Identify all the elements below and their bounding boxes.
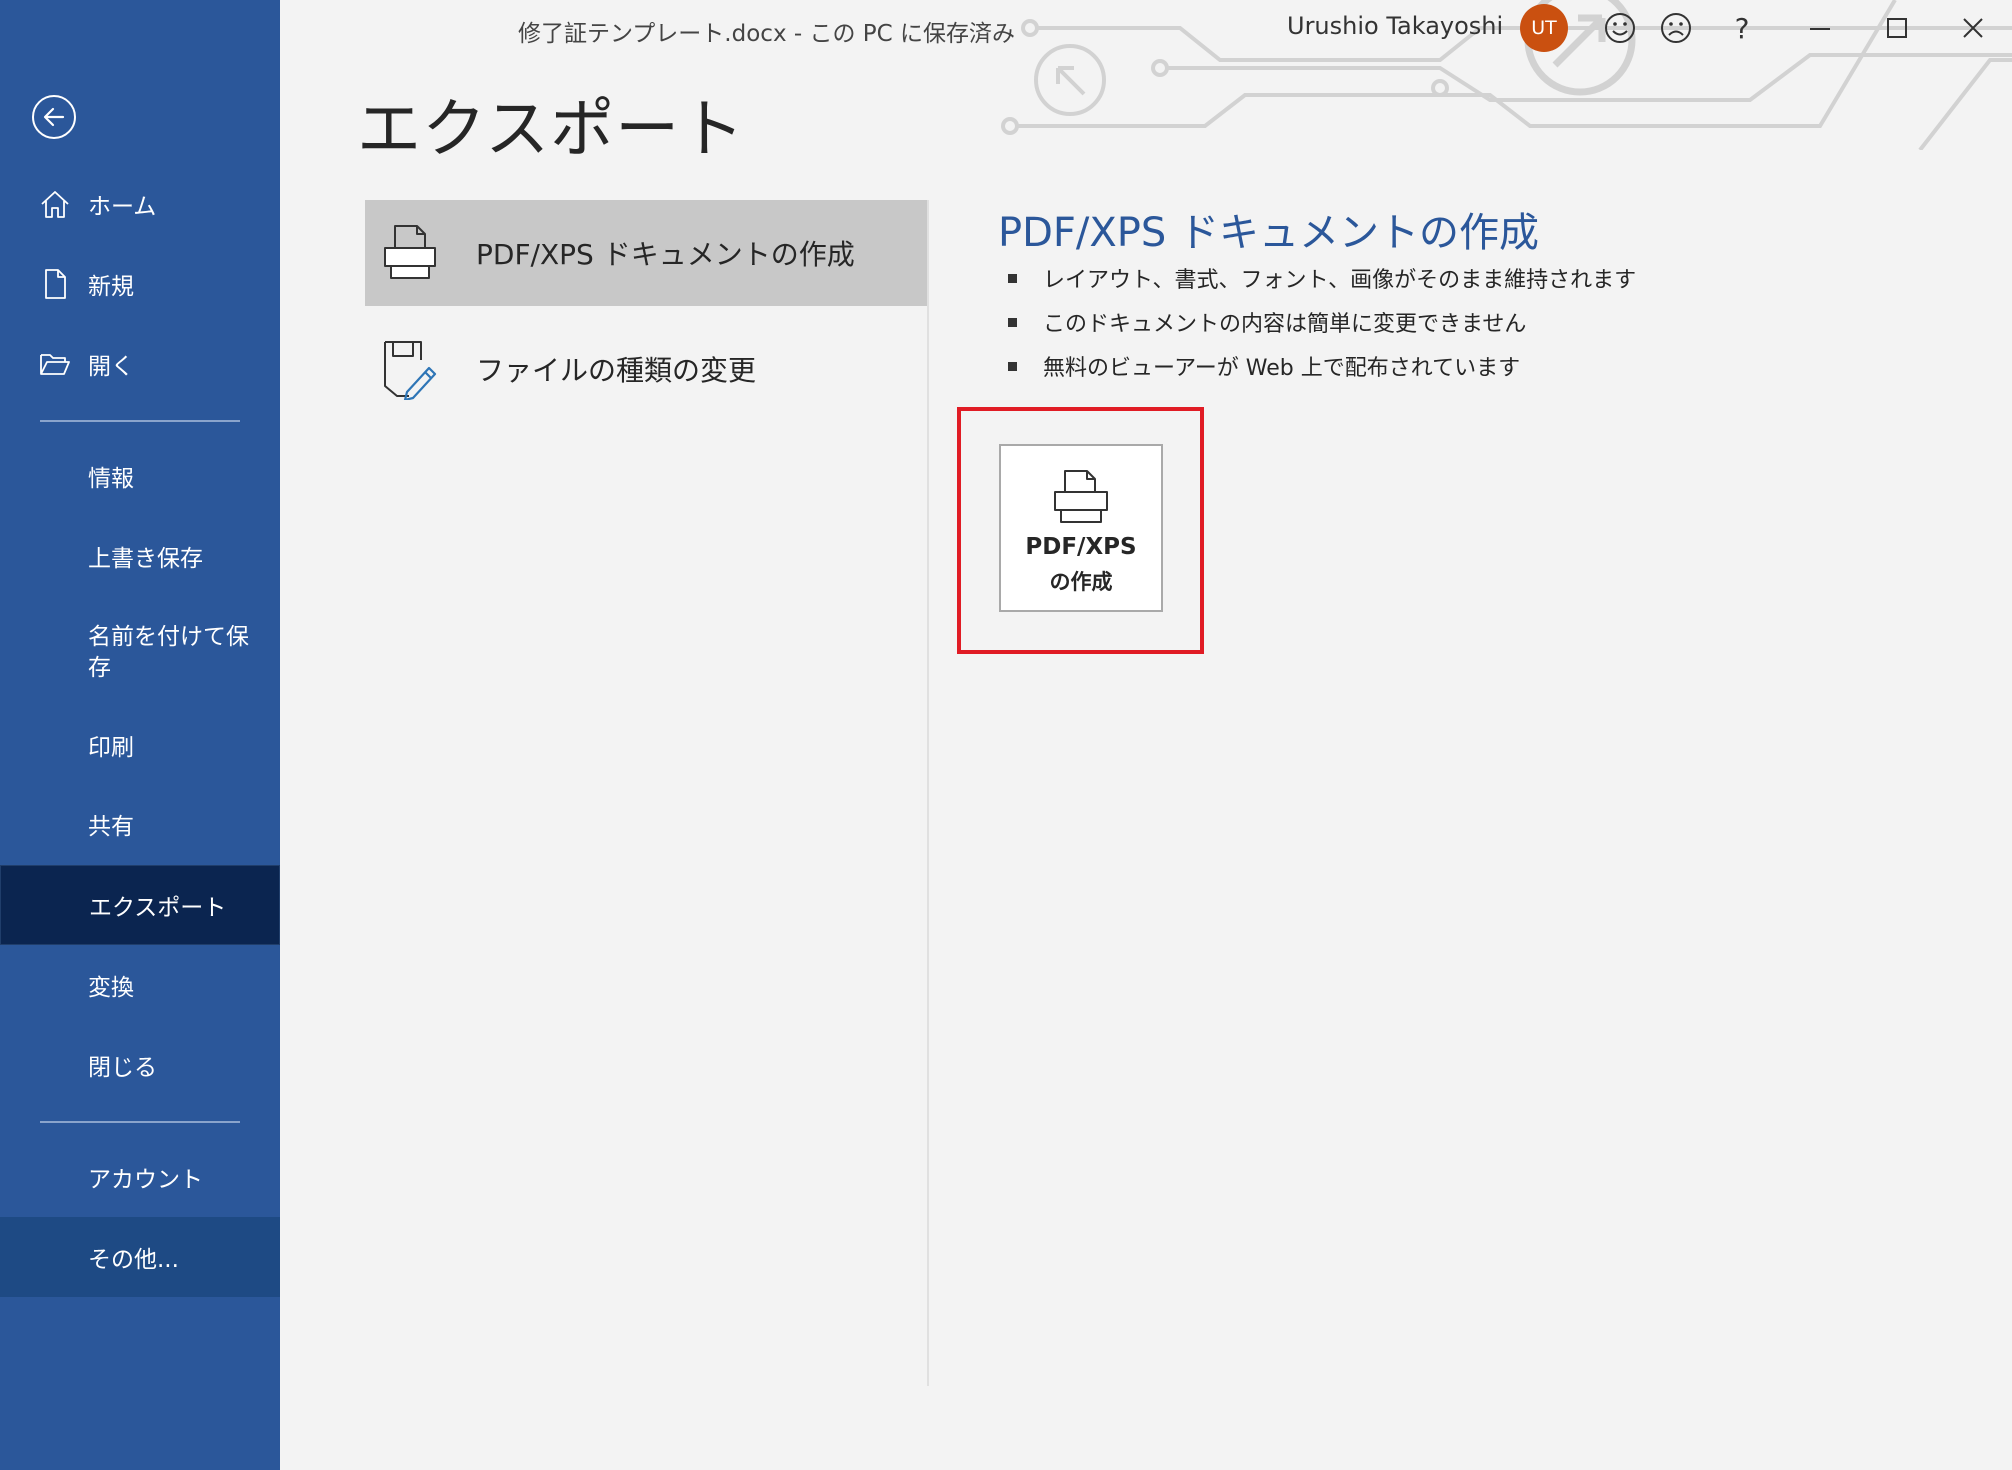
panel-divider xyxy=(927,200,929,1386)
bullet-text: このドキュメントの内容は簡単に変更できません xyxy=(1043,312,1527,337)
sidebar-item-label: 変換 xyxy=(88,975,134,1001)
maximize-icon[interactable] xyxy=(1877,8,1917,48)
folder-open-icon xyxy=(40,354,70,375)
bullet-text: 無料のビューアーが Web 上で配布されています xyxy=(1043,356,1521,381)
new-document-icon xyxy=(45,269,66,299)
sidebar-item-share[interactable]: 共有 xyxy=(0,784,280,864)
bullet-marker xyxy=(1008,273,1017,283)
pdf-document-icon xyxy=(384,225,436,279)
sidebar-divider xyxy=(40,1121,240,1123)
sidebar-divider xyxy=(40,420,240,422)
help-icon[interactable]: ? xyxy=(1722,8,1762,48)
create-pdf-xps-button[interactable]: PDF/XPS の作成 xyxy=(999,444,1163,612)
sidebar-item-label: 共有 xyxy=(88,814,134,840)
button-label-line1: PDF/XPS xyxy=(1025,534,1137,560)
pdf-document-icon xyxy=(1054,470,1108,523)
minimize-icon[interactable] xyxy=(1800,8,1840,48)
sidebar-item-info[interactable]: 情報 xyxy=(0,436,280,516)
back-button[interactable] xyxy=(32,95,76,139)
option-create-pdf-xps[interactable]: PDF/XPS ドキュメントの作成 xyxy=(365,200,928,306)
sidebar-item-label: 印刷 xyxy=(88,735,134,761)
sidebar-item-label: 名前を付けて保存 xyxy=(88,624,249,681)
document-title: 修了証テンプレート.docx - この PC に保存済み xyxy=(518,21,1016,47)
bullet-text: レイアウト、書式、フォント、画像がそのまま維持されます xyxy=(1043,268,1637,293)
sidebar-item-label: エクスポート xyxy=(89,895,227,921)
bullet-marker xyxy=(1008,317,1017,327)
feature-bullet: このドキュメントの内容は簡単に変更できません xyxy=(1008,306,1526,338)
user-name[interactable]: Urushio Takayoshi xyxy=(1287,12,1503,40)
frown-icon[interactable] xyxy=(1656,8,1696,48)
sidebar-item-account[interactable]: アカウント xyxy=(0,1137,280,1217)
button-label-line2: の作成 xyxy=(1049,570,1113,594)
sidebar-item-export[interactable]: エクスポート xyxy=(0,865,280,945)
page-title: エクスポート xyxy=(357,93,746,167)
feature-bullet: 無料のビューアーが Web 上で配布されています xyxy=(1008,350,1520,382)
sidebar-item-label: アカウント xyxy=(88,1167,203,1193)
sidebar-item-open[interactable]: 開く xyxy=(0,324,280,404)
sidebar-item-save-as[interactable]: 名前を付けて保存 xyxy=(0,604,280,700)
bullet-marker xyxy=(1008,361,1017,371)
sidebar-item-save[interactable]: 上書き保存 xyxy=(0,516,280,596)
help-label: ? xyxy=(1734,11,1750,45)
sidebar-item-more[interactable]: その他... xyxy=(0,1217,280,1297)
home-icon xyxy=(41,191,69,218)
change-file-type-icon xyxy=(384,341,437,400)
sidebar-item-label: その他... xyxy=(88,1247,179,1273)
sidebar-item-label: 開く xyxy=(88,354,134,380)
option-change-file-type[interactable]: ファイルの種類の変更 xyxy=(365,316,928,422)
backstage-sidebar: ホーム 新規 開く 情報 上書き保存 名前を付けて保存 印刷 共有 エクスポート… xyxy=(0,0,280,1470)
sidebar-item-label: 上書き保存 xyxy=(88,546,203,572)
feature-bullet: レイアウト、書式、フォント、画像がそのまま維持されます xyxy=(1008,262,1636,294)
sidebar-item-new[interactable]: 新規 xyxy=(0,244,280,324)
option-label: ファイルの種類の変更 xyxy=(476,354,757,387)
sidebar-item-print[interactable]: 印刷 xyxy=(0,705,280,785)
back-arrow-icon xyxy=(43,107,65,127)
sidebar-item-label: 新規 xyxy=(88,274,134,300)
avatar[interactable]: UT xyxy=(1520,4,1568,52)
close-icon[interactable] xyxy=(1953,8,1993,48)
sidebar-item-close[interactable]: 閉じる xyxy=(0,1025,280,1105)
option-label: PDF/XPS ドキュメントの作成 xyxy=(476,238,855,271)
sidebar-item-transform[interactable]: 変換 xyxy=(0,945,280,1025)
detail-heading: PDF/XPS ドキュメントの作成 xyxy=(998,210,1540,256)
sidebar-item-label: ホーム xyxy=(88,194,157,220)
sidebar-item-home[interactable]: ホーム xyxy=(0,164,280,244)
sidebar-item-label: 閉じる xyxy=(88,1055,157,1081)
smiley-icon[interactable] xyxy=(1600,8,1640,48)
sidebar-item-label: 情報 xyxy=(88,466,134,492)
